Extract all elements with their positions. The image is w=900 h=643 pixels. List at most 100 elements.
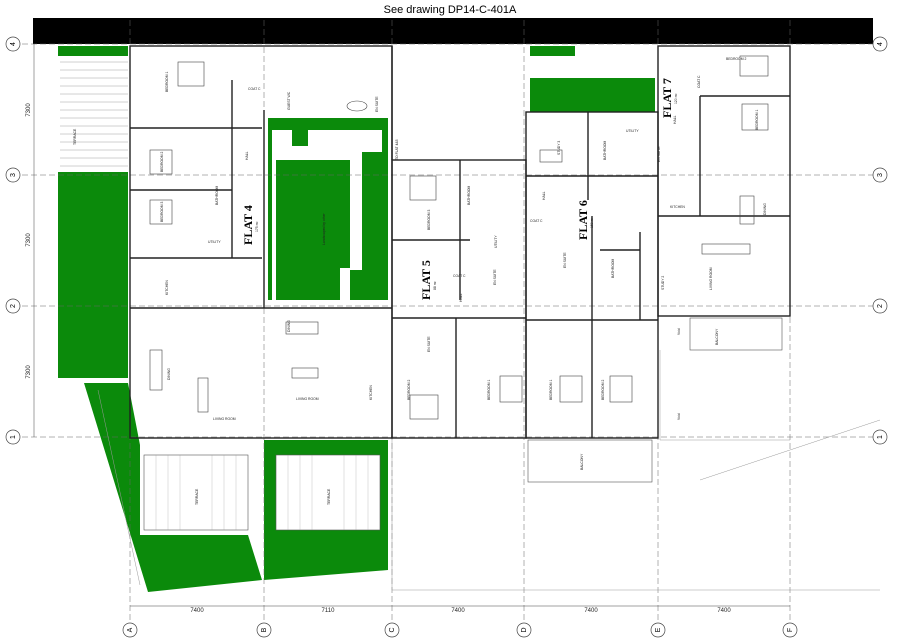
flat-5-area: 88 m² — [433, 280, 437, 290]
row-dimensions: 7300 7300 7300 — [26, 103, 32, 379]
bottom-terraces — [143, 454, 381, 531]
green-flat7-terrace — [530, 78, 655, 112]
room-hall-flat6: HALL — [542, 191, 546, 200]
room-ensuite-flat5b: EN SUITE — [427, 336, 431, 352]
row-label-4-right: 4 — [877, 42, 884, 46]
col-label-c: C — [389, 627, 396, 632]
room-bathroom-flat6b: BATHROOM — [611, 258, 615, 278]
room-utility-flat4: UTILITY — [208, 240, 221, 244]
dim-43: 7300 — [26, 103, 32, 117]
dim-de: 7400 — [584, 608, 598, 614]
terrace-left-hatch — [60, 61, 128, 167]
col-label-a: A — [127, 627, 134, 632]
room-ensuite-flat4: EN SUITE — [375, 96, 379, 112]
col-label-d: D — [521, 627, 528, 632]
dim-ef: 7400 — [717, 608, 731, 614]
floor-plan: FLAT 4 175 m² FLAT 5 88 m² FLAT 6 150 m²… — [5, 18, 888, 638]
room-living-flat7: LIVING ROOM — [709, 267, 713, 290]
bathtub — [346, 100, 368, 112]
bed-flat5 — [409, 394, 439, 420]
walls — [129, 45, 791, 439]
title-banner — [33, 18, 873, 44]
dim-cd: 7400 — [451, 608, 465, 614]
room-bedroom1-flat4: BEDROOM 1 — [165, 72, 169, 92]
green-strip-left — [58, 172, 128, 378]
room-bathroom-flat5: BATHROOM — [467, 185, 471, 205]
room-balcony-bottom: BALCONY — [580, 453, 584, 470]
bed-flat6-b2 — [559, 375, 583, 403]
bed-flat5-b — [409, 175, 437, 201]
room-bedroom3-flat4: BEDROOM 3 — [160, 202, 164, 222]
room-utility-flat6: UTILITY — [626, 129, 639, 133]
row-label-2-left: 2 — [10, 304, 17, 308]
balconies — [527, 317, 783, 483]
room-utility-flat5: UTILITY — [494, 235, 498, 248]
flat-4-area: 175 m² — [255, 221, 259, 232]
room-dining-flat7: DINING — [763, 203, 767, 215]
room-coat-flat4: COAT C — [248, 87, 261, 91]
green-top-middle — [530, 46, 575, 56]
room-guestwc: GUEST WC — [287, 91, 291, 110]
room-bathroom-flat6: BATHROOM — [603, 140, 607, 160]
room-void-1: Void — [677, 328, 681, 335]
room-ensuite-flat6b: EN SUITE — [563, 252, 567, 268]
room-ensuite-flat6: EN SUITE — [657, 146, 661, 162]
row-label-4-left: 4 — [10, 42, 17, 46]
bed-flat6-b1 — [499, 375, 523, 403]
room-terrace-top: TERRACE — [73, 128, 77, 145]
flat-4-label: FLAT 4 — [241, 205, 255, 245]
room-dining-flat4: DINING — [167, 368, 171, 380]
dining-flat7 — [739, 195, 755, 225]
room-study2: STUDY 2 — [661, 276, 665, 290]
room-hall-flat4: HALL — [245, 151, 249, 160]
bed-bedroom1 — [177, 61, 205, 87]
row-label-1-right: 1 — [877, 435, 884, 439]
row-label-2-right: 2 — [877, 304, 884, 308]
room-hall-flat7: HALL — [673, 115, 677, 124]
room-balcony-right: BALCONY — [715, 328, 719, 345]
room-hall-flat5: HALL — [459, 293, 463, 302]
room-living-flat4: LIVING ROOM — [213, 417, 236, 421]
dim-bc: 7110 — [322, 608, 336, 614]
col-label-b: B — [261, 627, 268, 632]
room-coat-flat7: COAT C — [697, 75, 701, 88]
bed-flat6-b3 — [609, 375, 633, 403]
column-grid-labels: A B C D E F — [127, 627, 794, 632]
dim-21: 7300 — [26, 365, 32, 379]
room-kitchen-flat4b: KITCHEN — [369, 385, 373, 400]
room-kitchen-flat4: KITCHEN — [165, 280, 169, 295]
balcony-right — [689, 317, 783, 351]
room-to-flat: TO FLAT 4&5 — [395, 139, 399, 160]
room-terrace-b: TERRACE — [327, 488, 331, 505]
room-bedroom2-flat6: BEDROOM 2 — [601, 380, 605, 400]
room-bedroom2-flat7: BEDROOM 2 — [726, 57, 746, 61]
sofa-flat4 — [197, 377, 209, 413]
room-void-2: Void — [677, 413, 681, 420]
row-label-1-left: 1 — [10, 435, 17, 439]
sofa-flat7 — [701, 243, 751, 255]
col-label-f: F — [787, 628, 794, 632]
room-terrace-a: TERRACE — [195, 488, 199, 505]
room-bedroom1-flat7: BEDROOM 1 — [755, 110, 759, 130]
column-dimensions: 7400 7110 7400 7400 7400 — [190, 608, 731, 614]
room-bedroom3-flat5: BEDROOM 3 — [427, 210, 431, 230]
flat-5-label: FLAT 5 — [419, 260, 433, 300]
room-courtyard: Landscaped by other — [322, 212, 326, 245]
room-bathroom-flat4: BATHROOM — [215, 185, 219, 205]
room-living-flat4b: LIVING ROOM — [296, 397, 319, 401]
green-strip-top-left — [58, 46, 128, 56]
flat-7-label: FLAT 7 — [660, 78, 674, 118]
sofa-flat4b — [291, 367, 319, 379]
dim-32: 7300 — [26, 233, 32, 247]
balcony-bottom — [527, 439, 653, 483]
room-study3: STUDY 3 — [557, 141, 561, 155]
flat-6-label: FLAT 6 — [576, 200, 590, 240]
room-bedroom2-flat5: BEDROOM 2 — [407, 380, 411, 400]
room-ensuite-flat5: EN SUITE — [493, 269, 497, 285]
room-coat-flat5: COAT C — [453, 274, 466, 278]
col-label-e: E — [655, 627, 662, 632]
row-label-3-left: 3 — [10, 173, 17, 177]
room-coat-flat6: COAT C — [530, 219, 543, 223]
room-bedroom2-flat4: BEDROOM 2 — [160, 152, 164, 172]
row-label-3-right: 3 — [877, 173, 884, 177]
